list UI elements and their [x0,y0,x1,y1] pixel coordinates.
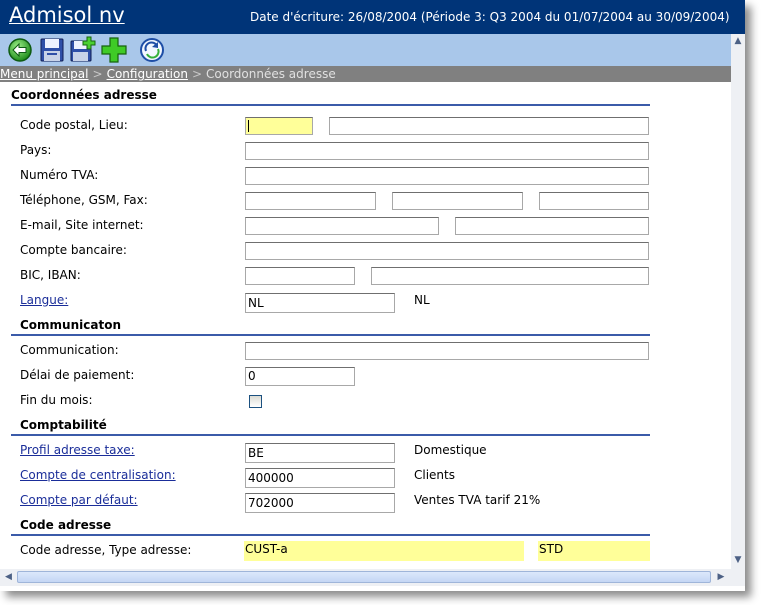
city-input[interactable] [329,117,649,135]
vat-label: Numéro TVA: [20,168,99,182]
refresh-button[interactable] [138,36,166,64]
email-website-label: E-mail, Site internet: [20,218,144,232]
phone-label: Téléphone, GSM, Fax: [20,193,148,207]
email-input[interactable] [245,217,439,235]
default-account-link[interactable]: Compte par défaut: [20,493,138,507]
vat-input[interactable] [245,167,649,185]
write-date-info: Date d'écriture: 26/08/2004 (Période 3: … [250,10,730,24]
breadcrumb-separator: > [92,67,103,81]
add-icon [101,37,127,63]
bic-input[interactable] [245,267,355,285]
section-title-communication: Communicaton [20,318,121,332]
back-arrow-icon [8,38,32,62]
tax-profile-description: Domestique [414,443,487,457]
save-new-icon [70,36,96,62]
section-divider [11,334,650,336]
scroll-right-icon[interactable]: ▶ [714,571,728,584]
postal-city-label: Code postal, Lieu: [20,118,128,132]
section-divider [11,104,650,106]
phone-input[interactable] [245,192,376,210]
default-account-description: Ventes TVA tarif 21% [414,493,541,507]
fax-input[interactable] [539,192,649,210]
vertical-scrollbar[interactable]: ▲ ▼ [731,34,745,569]
horizontal-scroll-thumb[interactable] [17,571,711,583]
address-type-value: STD [538,541,650,561]
breadcrumb-main-menu[interactable]: Menu principal [0,67,89,81]
text-caret [248,120,249,132]
section-title-accounting: Comptabilité [20,418,107,432]
app-title[interactable]: Admisol nv [9,3,125,27]
default-account-input[interactable]: 702000 [245,493,395,513]
scroll-corner [731,569,745,586]
communication-input[interactable] [245,342,649,360]
website-input[interactable] [455,217,649,235]
communication-label: Communication: [20,343,119,357]
bic-iban-label: BIC, IBAN: [20,268,81,282]
payment-delay-label: Délai de paiement: [20,368,135,382]
tax-profile-link[interactable]: Profil adresse taxe: [20,443,135,457]
save-new-button[interactable] [68,36,96,64]
address-code-value: CUST-a [244,541,524,561]
bank-account-label: Compte bancaire: [20,243,127,257]
horizontal-scrollbar[interactable]: ◀ ▶ [0,569,731,586]
breadcrumb-configuration[interactable]: Configuration [107,67,188,81]
breadcrumb: Menu principal > Configuration > Coordonnées… [0,66,731,82]
country-input[interactable] [245,142,649,160]
payment-delay-input[interactable]: 0 [245,367,355,386]
language-input[interactable]: NL [245,293,395,313]
bank-account-input[interactable] [245,242,649,260]
vertical-scroll-track[interactable] [732,50,744,553]
refresh-icon [140,38,164,62]
tax-profile-input[interactable]: BE [245,443,395,463]
save-icon [40,38,64,62]
language-link[interactable]: Langue: [20,293,68,307]
add-button[interactable] [100,36,128,64]
title-bar: Admisol nv Date d'écriture: 26/08/2004 (… [0,0,745,34]
country-label: Pays: [20,143,52,157]
address-code-type-label: Code adresse, Type adresse: [20,543,192,557]
scroll-up-icon[interactable]: ▲ [731,34,745,48]
language-description: NL [414,293,430,307]
centralisation-account-description: Clients [414,468,455,482]
centralisation-account-link[interactable]: Compte de centralisation: [20,468,176,482]
section-title-address: Coordonnées adresse [11,88,157,102]
iban-input[interactable] [371,267,649,285]
scroll-down-icon[interactable]: ▼ [731,553,745,567]
form-content: Coordonnées adresse Code postal, Lieu: P… [0,82,731,569]
save-button[interactable] [38,36,66,64]
toolbar [0,34,731,66]
back-button[interactable] [6,36,34,64]
end-of-month-label: Fin du mois: [20,393,93,407]
breadcrumb-current: Coordonnées adresse [206,67,336,81]
app-window: Admisol nv Date d'écriture: 26/08/2004 (… [0,0,745,591]
postal-code-input[interactable] [245,117,313,135]
breadcrumb-separator: > [191,67,203,81]
mobile-input[interactable] [392,192,523,210]
centralisation-account-input[interactable]: 400000 [245,468,395,488]
scroll-left-icon[interactable]: ◀ [2,571,15,584]
section-title-address-code: Code adresse [20,518,112,532]
end-of-month-checkbox[interactable] [249,395,262,408]
window-bottom-edge [0,586,745,591]
section-divider [11,534,650,536]
section-divider [11,434,650,436]
